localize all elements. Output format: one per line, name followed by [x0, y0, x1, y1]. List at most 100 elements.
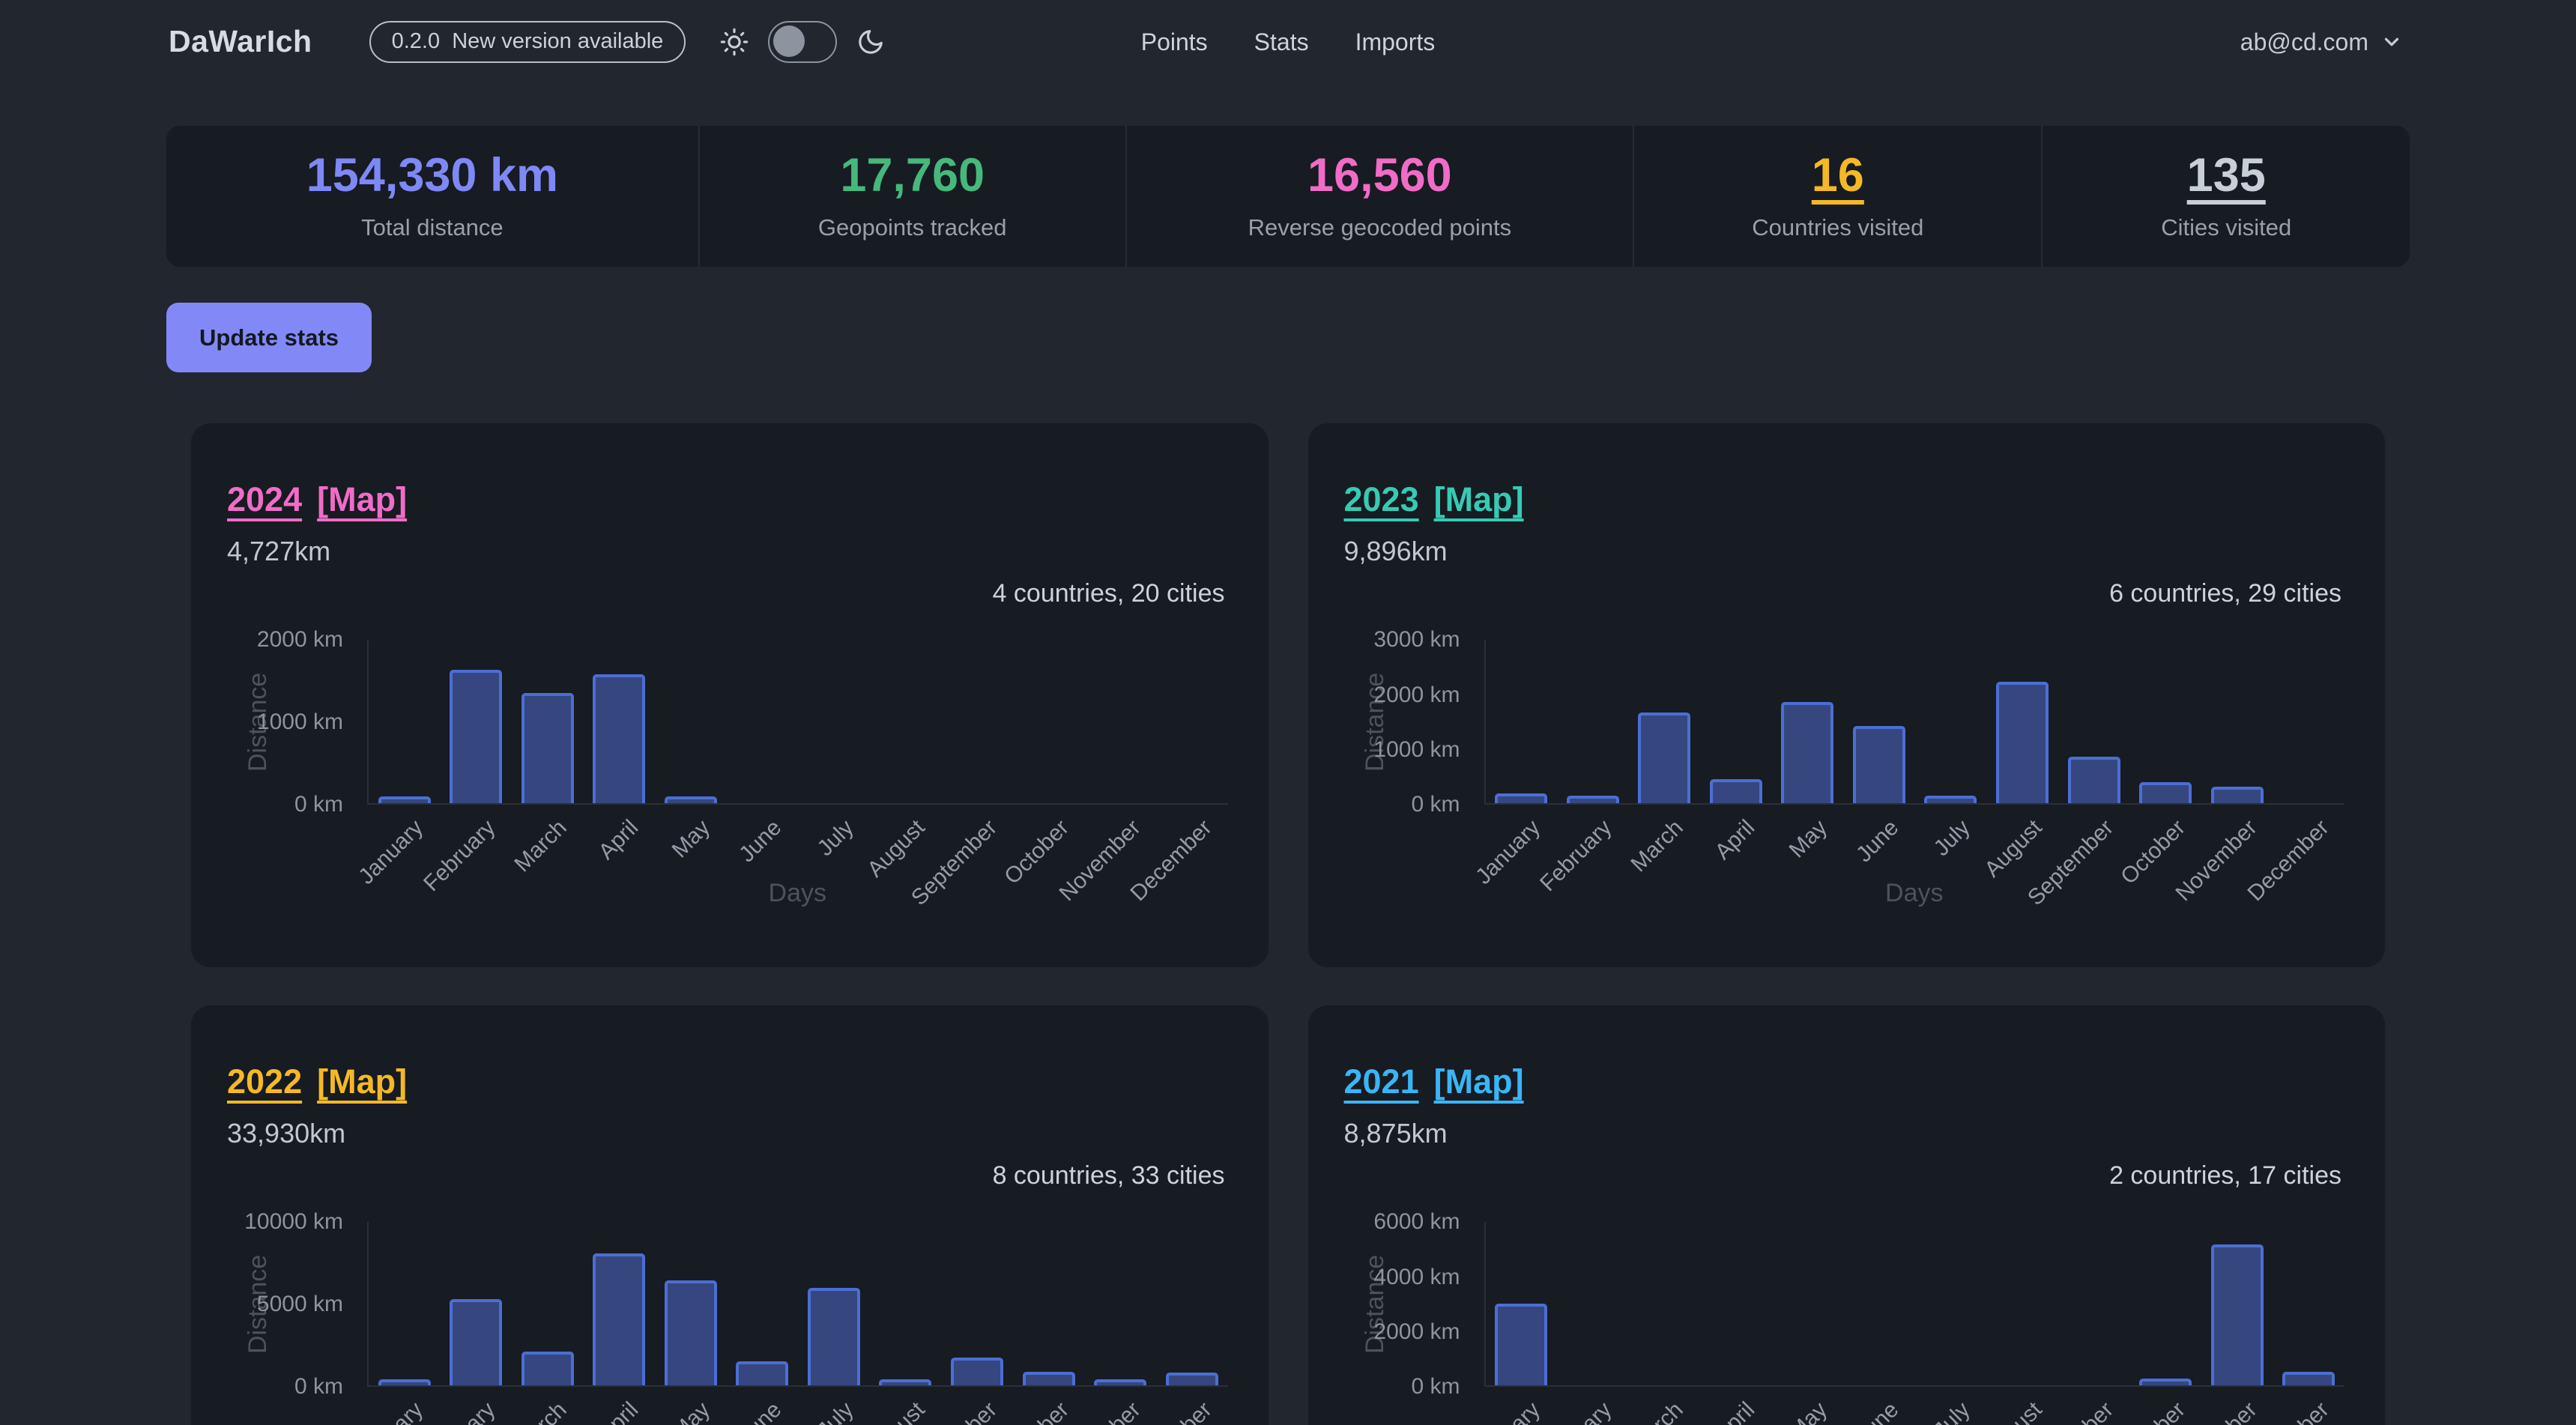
x-tick-label: April — [1711, 815, 1760, 865]
y-tick-label: 1000 km — [1373, 737, 1460, 763]
bar-march — [1638, 712, 1690, 803]
bar-slot — [2201, 640, 2273, 803]
x-tick-label: June — [1851, 1397, 1904, 1425]
app-logo[interactable]: DaWarIch — [169, 24, 312, 59]
version-badge[interactable]: 0.2.0 New version available — [369, 21, 686, 64]
bar-august — [1996, 682, 2049, 803]
bar-slot — [1915, 1222, 1987, 1385]
x-tick-label: August — [1980, 1397, 2047, 1425]
x-tick-label: January — [1471, 1397, 1546, 1425]
bar-slot — [941, 1222, 1013, 1385]
bar-slot — [941, 640, 1013, 803]
user-menu[interactable]: ab@cd.com — [2240, 28, 2403, 56]
stat-label: Reverse geocoded points — [1248, 214, 1512, 241]
y-ticks: 6000 km4000 km2000 km0 km — [1344, 1222, 1472, 1387]
update-stats-button[interactable]: Update stats — [166, 303, 372, 372]
bar-slot — [512, 640, 584, 803]
map-link[interactable]: [Map] — [317, 480, 407, 519]
toggle-knob — [773, 25, 805, 57]
bar-july — [1924, 796, 1977, 803]
x-tick-label: July — [812, 1397, 859, 1425]
bar-slot — [655, 640, 727, 803]
bar-june — [736, 1361, 788, 1385]
y-tick-label: 6000 km — [1373, 1209, 1460, 1235]
bar-slot — [1084, 640, 1156, 803]
bar-slot — [584, 640, 656, 803]
stat-cell: 16,560 Reverse geocoded points — [1125, 126, 1633, 267]
year-card: 2021 [Map] 8,875km 2 countries, 17 citie… — [1308, 1005, 2386, 1425]
moon-icon — [856, 28, 885, 56]
x-tick-label: March — [1627, 815, 1689, 877]
chart-plot — [1484, 640, 2345, 805]
y-tick-label: 2000 km — [257, 627, 343, 653]
map-link[interactable]: [Map] — [1434, 1062, 1524, 1101]
bar-slot — [441, 640, 513, 803]
x-tick-label: April — [594, 1397, 644, 1425]
dashboard-page: DaWarIch 0.2.0 New version available — [0, 0, 2576, 1425]
nav-link-stats[interactable]: Stats — [1254, 28, 1309, 56]
nav-link-imports[interactable]: Imports — [1355, 28, 1436, 56]
bar-february — [450, 670, 502, 803]
year-distance: 33,930km — [227, 1118, 345, 1149]
year-card: 2023 [Map] 9,896km 6 countries, 29 citie… — [1308, 423, 2386, 967]
nav-link-points[interactable]: Points — [1141, 28, 1208, 56]
distance-bar-chart: Distance 6000 km4000 km2000 km0 km Janua… — [1344, 1208, 2350, 1425]
bar-slot — [1557, 1222, 1629, 1385]
year-link[interactable]: 2021 — [1344, 1062, 1419, 1101]
card-header: 2021 [Map] — [1344, 1062, 1524, 1101]
countries-cities-summary: 8 countries, 33 cities — [993, 1161, 1225, 1190]
bar-slot — [2129, 1222, 2201, 1385]
bar-slot — [1013, 640, 1085, 803]
bar-slot — [2058, 640, 2130, 803]
stat-label: Countries visited — [1752, 214, 1923, 241]
bar-slot — [2273, 640, 2344, 803]
bar-slot — [369, 1222, 441, 1385]
bar-october — [1023, 1372, 1075, 1385]
x-tick-label: July — [1929, 1397, 1976, 1425]
stat-value[interactable]: 16 — [1812, 152, 1864, 199]
bar-september — [951, 1358, 1003, 1385]
bar-slot — [1843, 1222, 1915, 1385]
stat-value: 17,760 — [840, 152, 985, 199]
y-tick-label: 1000 km — [257, 710, 343, 735]
bar-slot — [1772, 1222, 1844, 1385]
bar-slot — [798, 640, 870, 803]
bar-august — [879, 1379, 931, 1385]
x-tick-label: May — [668, 815, 716, 863]
x-tick-label: August — [863, 815, 931, 883]
countries-cities-summary: 6 countries, 29 cities — [2109, 579, 2341, 608]
bar-slot — [1156, 1222, 1228, 1385]
bar-july — [808, 1288, 860, 1385]
x-tick-label: April — [1711, 1397, 1760, 1425]
chart-plot — [1484, 1222, 2345, 1387]
y-ticks: 3000 km2000 km1000 km0 km — [1344, 640, 1472, 805]
bar-april — [593, 1253, 645, 1385]
year-card: 2022 [Map] 33,930km 8 countries, 33 citi… — [191, 1005, 1269, 1425]
year-link[interactable]: 2022 — [227, 1062, 302, 1101]
stat-value[interactable]: 135 — [2187, 152, 2266, 199]
year-distance: 8,875km — [1344, 1118, 1448, 1149]
y-tick-label: 3000 km — [1373, 627, 1460, 653]
card-header: 2022 [Map] — [227, 1062, 407, 1101]
theme-toggle[interactable] — [768, 21, 837, 63]
bar-may — [665, 1280, 717, 1385]
year-link[interactable]: 2023 — [1344, 480, 1419, 519]
user-email: ab@cd.com — [2240, 28, 2368, 56]
year-distance: 4,727km — [227, 536, 330, 567]
bar-slot — [1843, 640, 1915, 803]
bar-slot — [1486, 1222, 1558, 1385]
bar-slot — [1013, 1222, 1085, 1385]
bar-slot — [870, 640, 942, 803]
bar-january — [378, 796, 431, 803]
bar-november — [1094, 1379, 1146, 1385]
bar-slot — [1700, 640, 1772, 803]
year-link[interactable]: 2024 — [227, 480, 302, 519]
bar-slot — [1156, 640, 1228, 803]
chevron-down-icon — [2380, 31, 2403, 53]
map-link[interactable]: [Map] — [317, 1062, 407, 1101]
map-link[interactable]: [Map] — [1434, 480, 1524, 519]
card-header: 2023 [Map] — [1344, 480, 1524, 519]
bar-slot — [2201, 1222, 2273, 1385]
bar-january — [378, 1379, 431, 1385]
bar-slot — [2129, 640, 2201, 803]
